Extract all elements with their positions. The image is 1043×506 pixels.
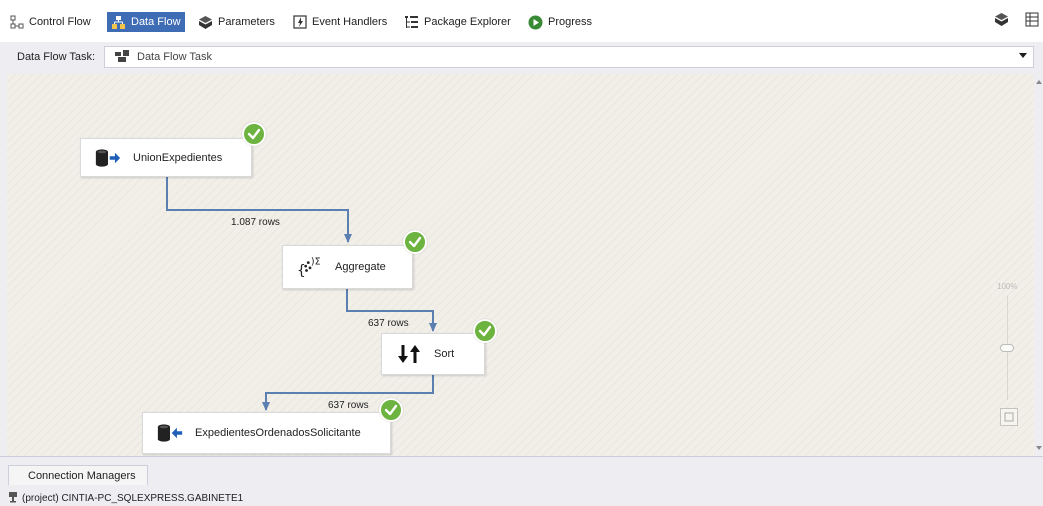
zoom-level: 100% bbox=[997, 282, 1018, 291]
data-flow-canvas[interactable]: UnionExpedientes 1.087 rows { )Σ Aggregat… bbox=[7, 74, 1034, 456]
zoom-to-fit-button[interactable] bbox=[1000, 408, 1018, 426]
node-label: ExpedientesOrdenadosSolicitante bbox=[195, 427, 361, 439]
success-check-icon bbox=[473, 319, 497, 343]
tab-label: Event Handlers bbox=[312, 16, 388, 28]
variables-icon[interactable] bbox=[994, 12, 1009, 30]
tab-connection-managers[interactable]: Connection Managers bbox=[8, 465, 148, 485]
chevron-down-icon[interactable] bbox=[1019, 53, 1027, 58]
tab-event-handlers[interactable]: Event Handlers bbox=[289, 12, 390, 32]
path-row-count: 637 rows bbox=[328, 400, 369, 411]
tab-progress[interactable]: Progress bbox=[525, 12, 595, 32]
tab-package-explorer[interactable]: Package Explorer bbox=[401, 12, 514, 32]
connection-icon bbox=[8, 491, 18, 506]
tab-data-flow[interactable]: Data Flow bbox=[107, 12, 185, 32]
aggregate-icon: { )Σ bbox=[297, 254, 323, 280]
data-flow-icon bbox=[111, 15, 126, 30]
svg-text:)Σ: )Σ bbox=[311, 256, 321, 267]
tab-label: Connection Managers bbox=[28, 469, 136, 482]
node-aggregate[interactable]: { )Σ Aggregate bbox=[282, 245, 413, 289]
success-check-icon bbox=[403, 230, 427, 254]
canvas-scrollbar[interactable] bbox=[1034, 74, 1043, 456]
success-check-icon bbox=[379, 398, 403, 422]
svg-text:{: { bbox=[297, 263, 306, 279]
event-handlers-icon bbox=[292, 15, 307, 30]
task-dropdown[interactable]: Data Flow Task bbox=[104, 46, 1034, 68]
connection-manager-label: (project) CINTIA-PC_SQLEXPRESS.GABINETE1 bbox=[22, 493, 244, 504]
designer-tab-bar: Control Flow Data Flow Parameters Event … bbox=[0, 0, 1043, 42]
progress-icon bbox=[528, 15, 543, 30]
data-flow-task-icon bbox=[115, 49, 129, 65]
tab-control-flow[interactable]: Control Flow bbox=[6, 12, 94, 32]
connection-managers-panel: Connection Managers (project) CINTIA-PC_… bbox=[0, 456, 1043, 506]
data-flow-paths bbox=[166, 177, 437, 411]
zoom-control: 100% bbox=[991, 282, 1025, 442]
toolbar-right bbox=[994, 12, 1039, 30]
success-check-icon bbox=[242, 122, 266, 146]
fit-icon bbox=[1004, 412, 1014, 422]
control-flow-icon bbox=[9, 15, 24, 30]
path-row-count: 637 rows bbox=[368, 318, 409, 329]
package-explorer-icon bbox=[404, 15, 419, 30]
toolbox-icon[interactable] bbox=[1025, 12, 1039, 30]
path-row-count: 1.087 rows bbox=[231, 217, 280, 228]
node-label: UnionExpedientes bbox=[133, 151, 223, 164]
task-selector-row: Data Flow Task: Data Flow Task bbox=[0, 42, 1043, 72]
node-union-expedientes[interactable]: UnionExpedientes bbox=[80, 138, 252, 177]
node-label: Sort bbox=[434, 348, 455, 360]
tab-label: Progress bbox=[548, 16, 593, 28]
scroll-down-icon[interactable] bbox=[1036, 446, 1042, 450]
source-icon bbox=[95, 145, 121, 171]
tab-label: Data Flow bbox=[131, 16, 181, 28]
task-dropdown-value: Data Flow Task bbox=[137, 51, 212, 63]
tab-label: Package Explorer bbox=[424, 16, 511, 28]
tab-parameters[interactable]: Parameters bbox=[195, 12, 278, 32]
data-path-1 bbox=[166, 177, 352, 243]
tab-label: Control Flow bbox=[29, 16, 91, 28]
parameters-icon bbox=[198, 15, 213, 30]
tab-label: Parameters bbox=[218, 16, 275, 28]
node-sort[interactable]: Sort bbox=[381, 333, 485, 375]
node-label: Aggregate bbox=[335, 261, 386, 273]
destination-icon bbox=[157, 420, 183, 446]
sort-icon bbox=[396, 341, 422, 367]
scroll-up-icon[interactable] bbox=[1036, 80, 1042, 84]
task-label: Data Flow Task: bbox=[17, 51, 96, 63]
zoom-slider-handle[interactable] bbox=[1000, 344, 1014, 352]
node-expedientes-ordenados-solicitante[interactable]: ExpedientesOrdenadosSolicitante bbox=[142, 412, 391, 454]
connection-manager-item[interactable]: (project) CINTIA-PC_SQLEXPRESS.GABINETE1 bbox=[8, 491, 243, 506]
